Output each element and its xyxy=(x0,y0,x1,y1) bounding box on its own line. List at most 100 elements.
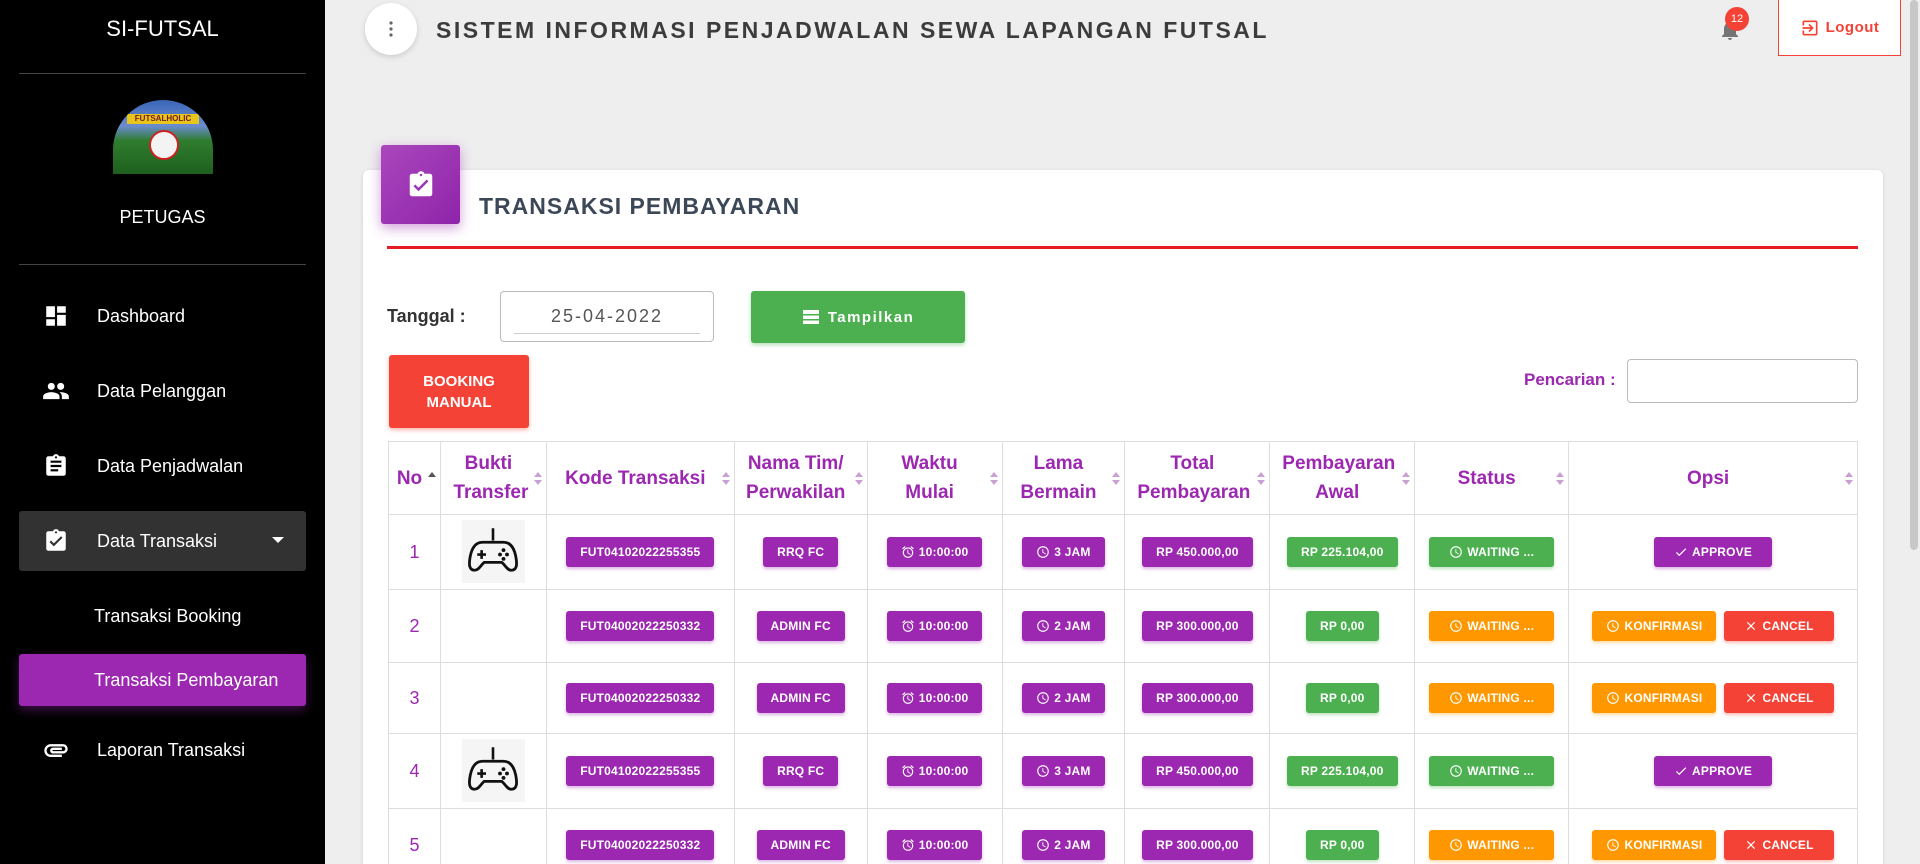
column-header-label: Nama Tim/ Perwakilan xyxy=(746,453,846,503)
column-header[interactable]: Total Pembayaran xyxy=(1124,441,1271,515)
column-header[interactable]: Opsi xyxy=(1568,441,1858,515)
sidebar-item-laporan-transaksi[interactable]: Laporan Transaksi xyxy=(19,720,306,780)
kode-cell: FUT04102022255355 xyxy=(545,733,735,809)
card-header-icon xyxy=(381,145,460,224)
sidebar-item-label: Laporan Transaksi xyxy=(97,739,246,760)
logout-button[interactable]: Logout xyxy=(1778,0,1901,56)
proof-thumbnail[interactable] xyxy=(461,519,525,583)
column-header[interactable]: Lama Bermain xyxy=(1001,441,1126,515)
table-row: 5 FUT04002022250332 ADMIN FC 10:00:00 2 JAM R… xyxy=(388,808,1858,864)
status-text: WAITING ... xyxy=(1467,619,1535,633)
awal-cell: RP 225.104,00 xyxy=(1269,733,1416,809)
duration-text: 3 JAM xyxy=(1054,545,1091,559)
clock-icon xyxy=(1450,620,1463,632)
date-input[interactable] xyxy=(500,291,714,342)
more-vert-button[interactable] xyxy=(365,3,417,55)
proof-cell[interactable] xyxy=(439,514,547,590)
column-header-label: Total Pembayaran xyxy=(1137,453,1251,503)
status-cell: WAITING ... xyxy=(1414,808,1570,864)
cancel-button[interactable]: CANCEL xyxy=(1724,611,1834,641)
duration-text: 3 JAM xyxy=(1054,764,1091,778)
booking-manual-button[interactable]: BOOKING MANUAL xyxy=(389,355,529,428)
sidebar-subitem-transaksi-booking[interactable]: Transaksi Booking xyxy=(19,590,306,642)
total-cell: RP 300.000,00 xyxy=(1124,808,1271,864)
row-number: 2 xyxy=(388,589,441,663)
alarm-icon xyxy=(901,620,914,632)
lama-cell: 2 JAM xyxy=(1001,589,1126,663)
start-time-badge: 10:00:00 xyxy=(886,683,983,713)
sidebar: SI-FUTSAL FUTSALHOLIC PETUGAS Dashboard … xyxy=(0,0,325,864)
cancel-button[interactable]: CANCEL xyxy=(1724,830,1834,860)
status-badge: WAITING ... xyxy=(1429,830,1555,860)
total-badge: RP 300.000,00 xyxy=(1142,830,1253,860)
table-header-row: No Bukti Transfer Kode Transaksi Nama Ti… xyxy=(388,441,1858,515)
column-header[interactable]: Waktu Mulai xyxy=(866,441,1003,515)
column-header[interactable]: Pembayaran Awal xyxy=(1269,441,1416,515)
kode-transaksi-badge: FUT04102022255355 xyxy=(566,756,715,786)
table-row: 2 FUT04002022250332 ADMIN FC 10:00:00 2 JAM R… xyxy=(388,589,1858,663)
assignment-turned-in-icon xyxy=(409,170,432,196)
duration-text: 2 JAM xyxy=(1054,619,1091,633)
column-header[interactable]: Nama Tim/ Perwakilan xyxy=(733,441,868,515)
approve-button[interactable]: APPROVE xyxy=(1654,537,1773,567)
kode-transaksi-badge: FUT04002022250332 xyxy=(566,683,715,713)
sidebar-subitem-transaksi-pembayaran[interactable]: Transaksi Pembayaran xyxy=(19,654,306,706)
sidebar-item-data-transaksi[interactable]: Data Transaksi xyxy=(19,511,306,571)
column-header[interactable]: Bukti Transfer xyxy=(439,441,547,515)
clock-icon xyxy=(1607,839,1620,851)
duration-badge: 3 JAM xyxy=(1022,537,1105,567)
sort-icon xyxy=(1112,472,1121,486)
konfirmasi-label: KONFIRMASI xyxy=(1624,691,1703,705)
people-icon xyxy=(41,376,71,406)
search-input[interactable] xyxy=(1627,359,1858,403)
total-badge: RP 300.000,00 xyxy=(1142,683,1253,713)
proof-cell xyxy=(439,808,547,864)
more-vert-icon xyxy=(389,21,393,37)
logout-label: Logout xyxy=(1825,19,1880,36)
status-badge: WAITING ... xyxy=(1429,756,1555,786)
sidebar-item-dashboard[interactable]: Dashboard xyxy=(19,286,306,346)
konfirmasi-button[interactable]: KONFIRMASI xyxy=(1592,683,1717,713)
proof-thumbnail[interactable] xyxy=(461,738,525,802)
notification-count-badge: 12 xyxy=(1725,7,1749,31)
column-header[interactable]: Status xyxy=(1414,441,1570,515)
start-time-badge: 10:00:00 xyxy=(886,611,983,641)
opsi-cell: KONFIRMASI CANCEL xyxy=(1568,808,1858,864)
column-header-label: Pembayaran Awal xyxy=(1282,453,1396,503)
column-header[interactable]: Kode Transaksi xyxy=(545,441,735,515)
proof-cell[interactable] xyxy=(439,733,547,809)
approve-button[interactable]: APPROVE xyxy=(1654,756,1773,786)
konfirmasi-button[interactable]: KONFIRMASI xyxy=(1592,830,1717,860)
row-number: 3 xyxy=(388,662,441,734)
list-icon xyxy=(802,310,819,324)
column-header[interactable]: No xyxy=(388,441,441,515)
approve-label: APPROVE xyxy=(1692,764,1753,778)
total-badge: RP 450.000,00 xyxy=(1142,537,1253,567)
clock-icon xyxy=(1450,765,1463,777)
brand-title[interactable]: SI-FUTSAL xyxy=(0,0,325,74)
total-cell: RP 300.000,00 xyxy=(1124,662,1271,734)
start-time-badge: 10:00:00 xyxy=(886,756,983,786)
lama-cell: 3 JAM xyxy=(1001,514,1126,590)
start-time-text: 10:00:00 xyxy=(918,764,969,778)
search-label: Pencarian : xyxy=(1524,370,1616,389)
konfirmasi-button[interactable]: KONFIRMASI xyxy=(1592,611,1717,641)
page-scrollbar[interactable] xyxy=(1910,0,1918,550)
start-time-text: 10:00:00 xyxy=(918,838,969,852)
close-icon xyxy=(1747,693,1756,703)
kode-transaksi-badge: FUT04102022255355 xyxy=(566,537,715,567)
cancel-button[interactable]: CANCEL xyxy=(1724,683,1834,713)
sort-icon xyxy=(1556,472,1565,486)
show-button[interactable]: Tampilkan xyxy=(751,291,965,343)
tim-cell: RRQ FC xyxy=(733,733,868,809)
proof-cell xyxy=(439,662,547,734)
booking-manual-label: BOOKING MANUAL xyxy=(423,372,495,411)
status-text: WAITING ... xyxy=(1467,691,1535,705)
clock-icon xyxy=(1037,765,1050,777)
sidebar-item-data-penjadwalan[interactable]: Data Penjadwalan xyxy=(19,436,306,496)
tim-cell: ADMIN FC xyxy=(733,662,868,734)
cancel-label: CANCEL xyxy=(1762,619,1814,633)
sidebar-item-data-pelanggan[interactable]: Data Pelanggan xyxy=(19,361,306,421)
status-cell: WAITING ... xyxy=(1414,662,1570,734)
row-actions: APPROVE xyxy=(1569,756,1857,786)
